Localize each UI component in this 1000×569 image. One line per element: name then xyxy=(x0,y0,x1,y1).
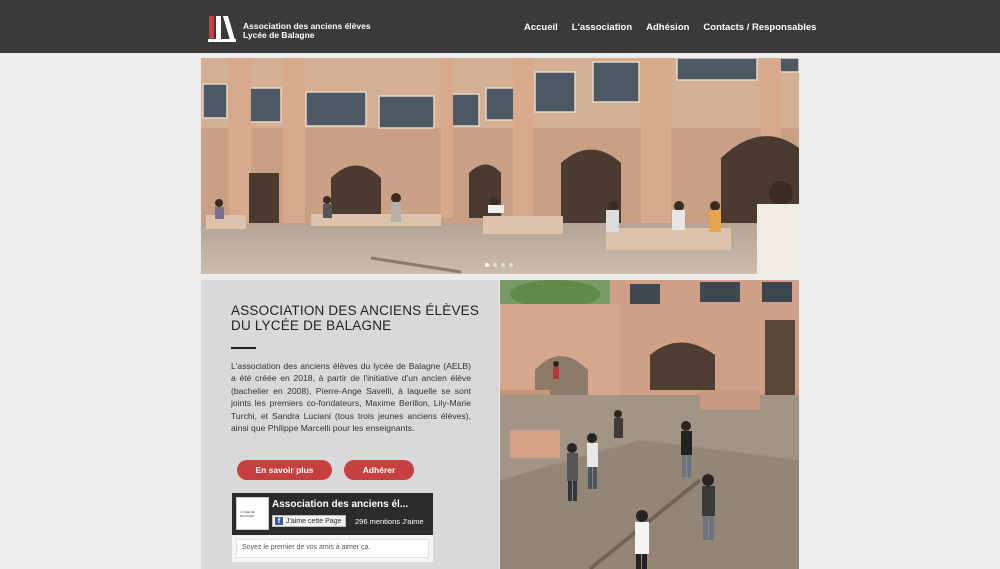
courtyard-photo xyxy=(201,58,799,274)
facebook-like-button[interactable]: f J'aime cette Page xyxy=(272,515,347,527)
carousel-dot[interactable] xyxy=(501,263,505,267)
top-navbar: Association des anciens élèves Lycée de … xyxy=(0,0,1000,53)
intro-text: L'association des anciens élèves du lycé… xyxy=(231,361,471,434)
facebook-icon: f xyxy=(275,517,283,525)
carousel-dot[interactable] xyxy=(493,263,497,267)
join-button[interactable]: Adhérer xyxy=(344,460,414,480)
intro-title-line-1: ASSOCIATION DES ANCIENS ÉLÈVES xyxy=(231,303,480,318)
carousel-dot[interactable] xyxy=(485,263,489,267)
intro-title-line-2: DU LYCÉE DE BALAGNE xyxy=(231,318,392,333)
nav-association[interactable]: L'association xyxy=(572,22,632,33)
intro-title: ASSOCIATION DES ANCIENS ÉLÈVES DU LYCÉE … xyxy=(231,303,481,333)
brand-line-2: Lycée de Balagne xyxy=(243,30,315,40)
brand-name[interactable]: Association des anciens élèves Lycée de … xyxy=(243,22,371,40)
main-nav: Accueil L'association Adhésion Contacts … xyxy=(524,22,830,33)
facebook-widget-header[interactable]: LYCÉE DE BALAGNE Association des anciens… xyxy=(232,493,433,535)
carousel-indicators xyxy=(485,263,513,267)
logo-icon[interactable] xyxy=(208,15,236,42)
thumbnail-text: LYCÉE DE BALAGNE xyxy=(240,510,255,518)
carousel-dot[interactable] xyxy=(509,263,513,267)
facebook-widget-footer: Soyez le premier de vos amis à aimer ça. xyxy=(236,539,429,558)
facebook-page-thumbnail[interactable]: LYCÉE DE BALAGNE xyxy=(236,497,269,530)
nav-contacts[interactable]: Contacts / Responsables xyxy=(703,22,816,33)
school-courtyard-photo xyxy=(500,280,799,569)
facebook-page-name[interactable]: Association des anciens él... xyxy=(272,499,430,510)
courtyard-students-photo xyxy=(500,280,799,569)
facebook-page-widget: LYCÉE DE BALAGNE Association des anciens… xyxy=(231,492,434,563)
hero-carousel-image[interactable] xyxy=(201,58,799,274)
nav-adhesion[interactable]: Adhésion xyxy=(646,22,689,33)
facebook-like-count: 296 mentions J'aime xyxy=(355,517,424,526)
title-divider xyxy=(231,347,256,349)
nav-accueil[interactable]: Accueil xyxy=(524,22,558,33)
learn-more-button[interactable]: En savoir plus xyxy=(237,460,332,480)
intro-panel: ASSOCIATION DES ANCIENS ÉLÈVES DU LYCÉE … xyxy=(201,280,499,569)
like-button-label: J'aime cette Page xyxy=(286,517,342,525)
